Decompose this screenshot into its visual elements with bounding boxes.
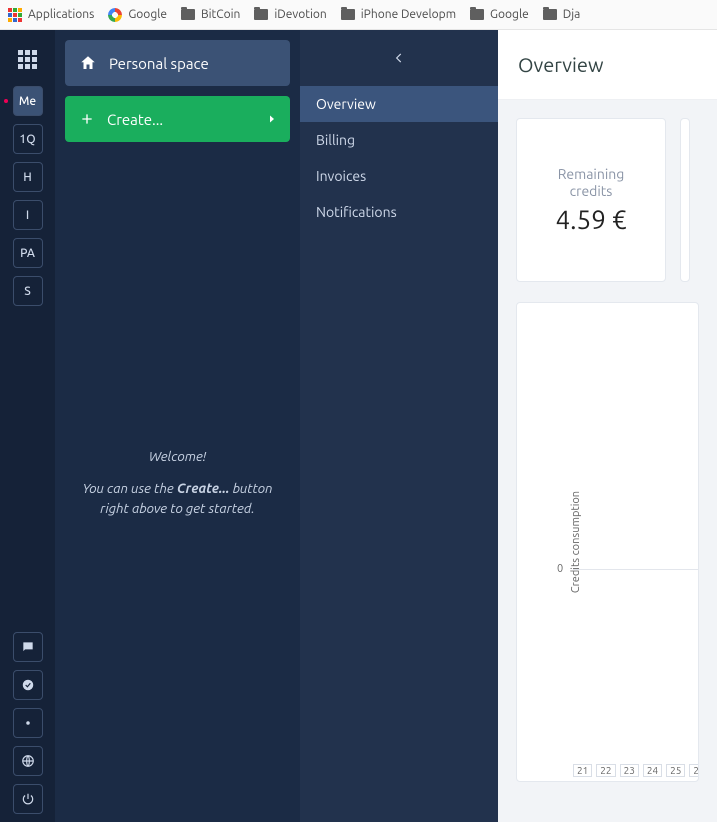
app-root: Me 1Q HI PA S Personal space Create... Welco…	[0, 30, 717, 822]
settings-icon	[21, 716, 35, 730]
bookmark-item[interactable]: Google	[108, 8, 167, 22]
google-icon	[108, 8, 122, 22]
page-title: Overview	[498, 30, 717, 100]
chart-xtick: 21	[573, 764, 592, 777]
credits-chart: Credits consumption 0 21222324252627	[516, 302, 699, 782]
globe-button[interactable]	[13, 746, 43, 776]
nav-item-overview[interactable]: Overview	[300, 86, 498, 122]
bookmark-label: Google	[490, 8, 529, 21]
stat-cards: Remainingcredits 4.59 €	[516, 118, 699, 282]
welcome-panel: Welcome! You can use the Create... butto…	[65, 152, 290, 812]
create-label: Create...	[107, 111, 163, 128]
bookmark-label: iDevotion	[274, 8, 326, 21]
personal-space-label: Personal space	[109, 55, 209, 72]
chart-xticks: 21222324252627	[573, 764, 699, 777]
sidebar-primary: Personal space Create... Welcome! You ca…	[55, 30, 300, 822]
main: Overview Remainingcredits 4.59 € Credits…	[498, 30, 717, 822]
bookmark-label: Dja	[563, 8, 581, 21]
settings-button[interactable]	[13, 708, 43, 738]
nav-item-notifications[interactable]: Notifications	[300, 194, 498, 230]
org-pill[interactable]: 1Q	[13, 124, 43, 154]
bookmark-item[interactable]: iDevotion	[254, 8, 326, 21]
folder-icon	[470, 9, 484, 20]
folder-icon	[181, 9, 195, 20]
status-button[interactable]	[13, 670, 43, 700]
org-pill[interactable]: I	[13, 200, 43, 230]
browser-bookmark-bar: Applications Google BitCoin iDevotion iPhon…	[0, 0, 717, 30]
power-icon	[21, 792, 35, 806]
sidebar-secondary: OverviewBillingInvoicesNotifications	[300, 30, 498, 822]
org-pill[interactable]: PA	[13, 238, 43, 268]
bookmark-item[interactable]: Google	[470, 8, 529, 21]
apps-grid-icon	[8, 8, 22, 22]
bookmark-label: BitCoin	[201, 8, 240, 21]
create-button[interactable]: Create...	[65, 96, 290, 142]
card-peek	[680, 118, 690, 282]
folder-icon	[254, 9, 268, 20]
chart-xtick: 22	[596, 764, 615, 777]
bookmark-apps[interactable]: Applications	[8, 8, 94, 22]
bookmark-label: iPhone Developm	[361, 8, 456, 21]
card-label: Remainingcredits	[558, 166, 625, 198]
bookmark-item[interactable]: Dja	[543, 8, 581, 21]
back-button[interactable]	[300, 30, 498, 86]
home-icon	[79, 54, 97, 72]
chart-xtick: 24	[643, 764, 662, 777]
grid-icon	[18, 50, 37, 69]
plus-icon	[79, 111, 95, 127]
chart-axis	[573, 569, 698, 570]
chart-ytick-0: 0	[557, 563, 563, 575]
power-button[interactable]	[13, 784, 43, 814]
card-value: 4.59 €	[555, 205, 626, 234]
caret-right-icon	[266, 113, 278, 125]
remaining-credits-card: Remainingcredits 4.59 €	[516, 118, 666, 282]
org-pill[interactable]: Me	[13, 86, 43, 116]
personal-space-button[interactable]: Personal space	[65, 40, 290, 86]
chat-button[interactable]	[13, 632, 43, 662]
chart-ylabel: Credits consumption	[570, 491, 582, 593]
chart-xtick: 26	[689, 764, 699, 777]
chart-xtick: 25	[666, 764, 685, 777]
welcome-title: Welcome!	[149, 446, 206, 466]
nav-item-billing[interactable]: Billing	[300, 122, 498, 158]
bookmark-apps-label: Applications	[28, 8, 94, 21]
chart-xtick: 23	[620, 764, 639, 777]
org-pill[interactable]: H	[13, 162, 43, 192]
bookmark-item[interactable]: iPhone Developm	[341, 8, 456, 21]
folder-icon	[341, 9, 355, 20]
globe-icon	[21, 754, 35, 768]
folder-icon	[543, 9, 557, 20]
main-body: Remainingcredits 4.59 € Credits consumpt…	[498, 100, 717, 800]
chat-icon	[21, 640, 35, 654]
bookmark-item[interactable]: BitCoin	[181, 8, 240, 21]
nav-item-invoices[interactable]: Invoices	[300, 158, 498, 194]
status-icon	[21, 678, 35, 692]
chevron-left-icon	[392, 51, 406, 65]
bookmark-label: Google	[128, 8, 167, 21]
org-pill[interactable]: S	[13, 276, 43, 306]
rail: Me 1Q HI PA S	[0, 30, 55, 822]
welcome-text: You can use the Create... button right a…	[82, 478, 272, 519]
apps-launcher-button[interactable]	[9, 40, 47, 78]
